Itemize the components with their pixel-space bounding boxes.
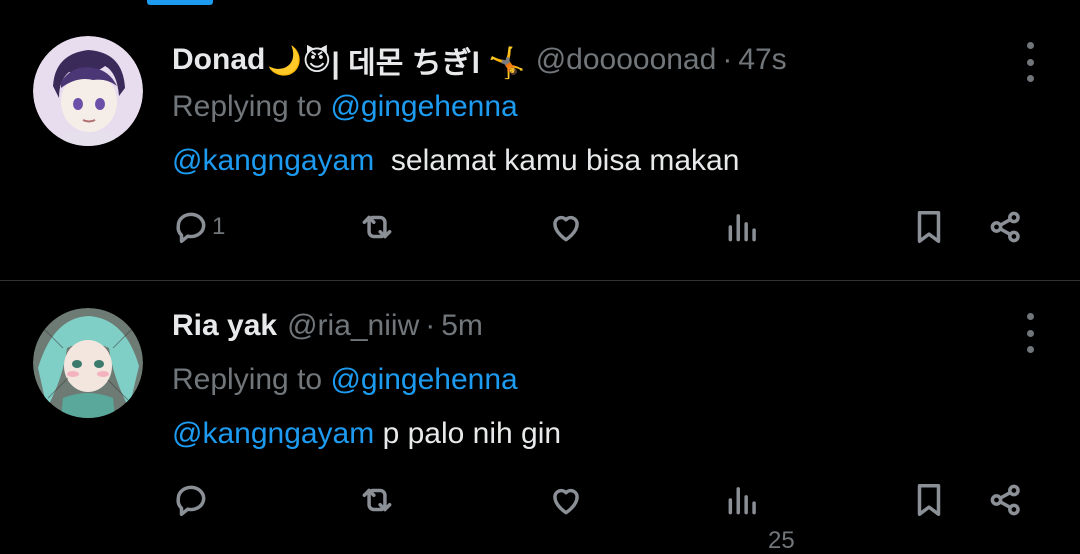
tweet-body: selamat kamu bisa makan <box>374 144 740 177</box>
replying-to-link[interactable]: @gingehenna <box>330 90 517 123</box>
share-button[interactable] <box>987 208 1025 246</box>
display-name-suffix: | 데몬 ちぎl 🤸 <box>331 47 526 80</box>
mention-link[interactable]: @kangngayam <box>172 144 374 177</box>
replying-to: Replying to @gingehenna <box>172 363 518 397</box>
share-button[interactable] <box>987 481 1025 519</box>
like-button[interactable] <box>547 208 585 246</box>
more-icon[interactable] <box>1018 42 1042 82</box>
bookmark-button[interactable] <box>910 481 948 519</box>
bookmark-icon <box>917 211 941 243</box>
tweet-header: Ria yak @ria_niiw · 5m <box>172 309 483 343</box>
reply-button[interactable]: 1 <box>172 208 225 246</box>
tweet-text: @kangngayam selamat kamu bisa makan <box>172 144 739 178</box>
separator-dot: · <box>722 43 733 76</box>
more-icon[interactable] <box>1018 313 1042 353</box>
replying-to-link[interactable]: @gingehenna <box>330 363 517 396</box>
views-icon <box>728 214 756 242</box>
repost-icon <box>362 215 392 239</box>
views-count: 25 <box>768 527 795 554</box>
display-name[interactable]: Donad 🌙😈 | 데몬 ちぎl 🤸 <box>172 38 526 82</box>
reply-button[interactable] <box>172 481 210 519</box>
share-icon <box>990 484 1020 516</box>
user-handle[interactable]: @dooooonad <box>536 43 717 77</box>
tweet[interactable]: Ria yak @ria_niiw · 5m Replying to @ging… <box>0 281 1080 554</box>
separator-dot: · <box>425 309 436 342</box>
replying-to: Replying to @gingehenna <box>172 90 518 124</box>
views-button[interactable] <box>724 481 762 519</box>
action-bar: 1 <box>172 208 1032 252</box>
bookmark-icon <box>917 484 941 516</box>
reply-icon <box>176 212 206 243</box>
reply-count: 1 <box>212 213 226 240</box>
timestamp[interactable]: 5m <box>441 309 483 343</box>
user-handle[interactable]: @ria_niiw <box>287 309 419 343</box>
like-button[interactable] <box>547 481 585 519</box>
avatar[interactable] <box>33 308 143 418</box>
tweet[interactable]: Donad 🌙😈 | 데몬 ちぎl 🤸 @dooooonad · 47s Rep… <box>0 0 1080 280</box>
tweet-text: @kangngayam p palo nih gin <box>172 417 561 451</box>
repost-button[interactable] <box>358 481 396 519</box>
repost-button[interactable] <box>358 208 396 246</box>
replying-to-label: Replying to <box>172 363 331 396</box>
tweet-header: Donad 🌙😈 | 데몬 ちぎl 🤸 @dooooonad · 47s <box>172 38 787 82</box>
heart-icon <box>553 488 579 515</box>
name-emojis: 🌙😈 <box>267 44 332 76</box>
timestamp[interactable]: 47s <box>738 43 786 77</box>
replying-to-label: Replying to <box>172 90 331 123</box>
reply-icon <box>176 485 206 516</box>
tweet-body: p palo nih gin <box>374 417 562 450</box>
display-name-text[interactable]: Donad <box>172 43 265 77</box>
heart-icon <box>553 215 579 242</box>
avatar[interactable] <box>33 36 143 146</box>
views-icon <box>728 487 756 515</box>
bookmark-button[interactable] <box>910 208 948 246</box>
action-bar <box>172 481 1032 525</box>
mention-link[interactable]: @kangngayam <box>172 417 374 450</box>
display-name[interactable]: Ria yak <box>172 309 277 343</box>
share-icon <box>990 211 1020 243</box>
repost-icon <box>362 488 392 512</box>
views-button[interactable] <box>724 208 762 246</box>
